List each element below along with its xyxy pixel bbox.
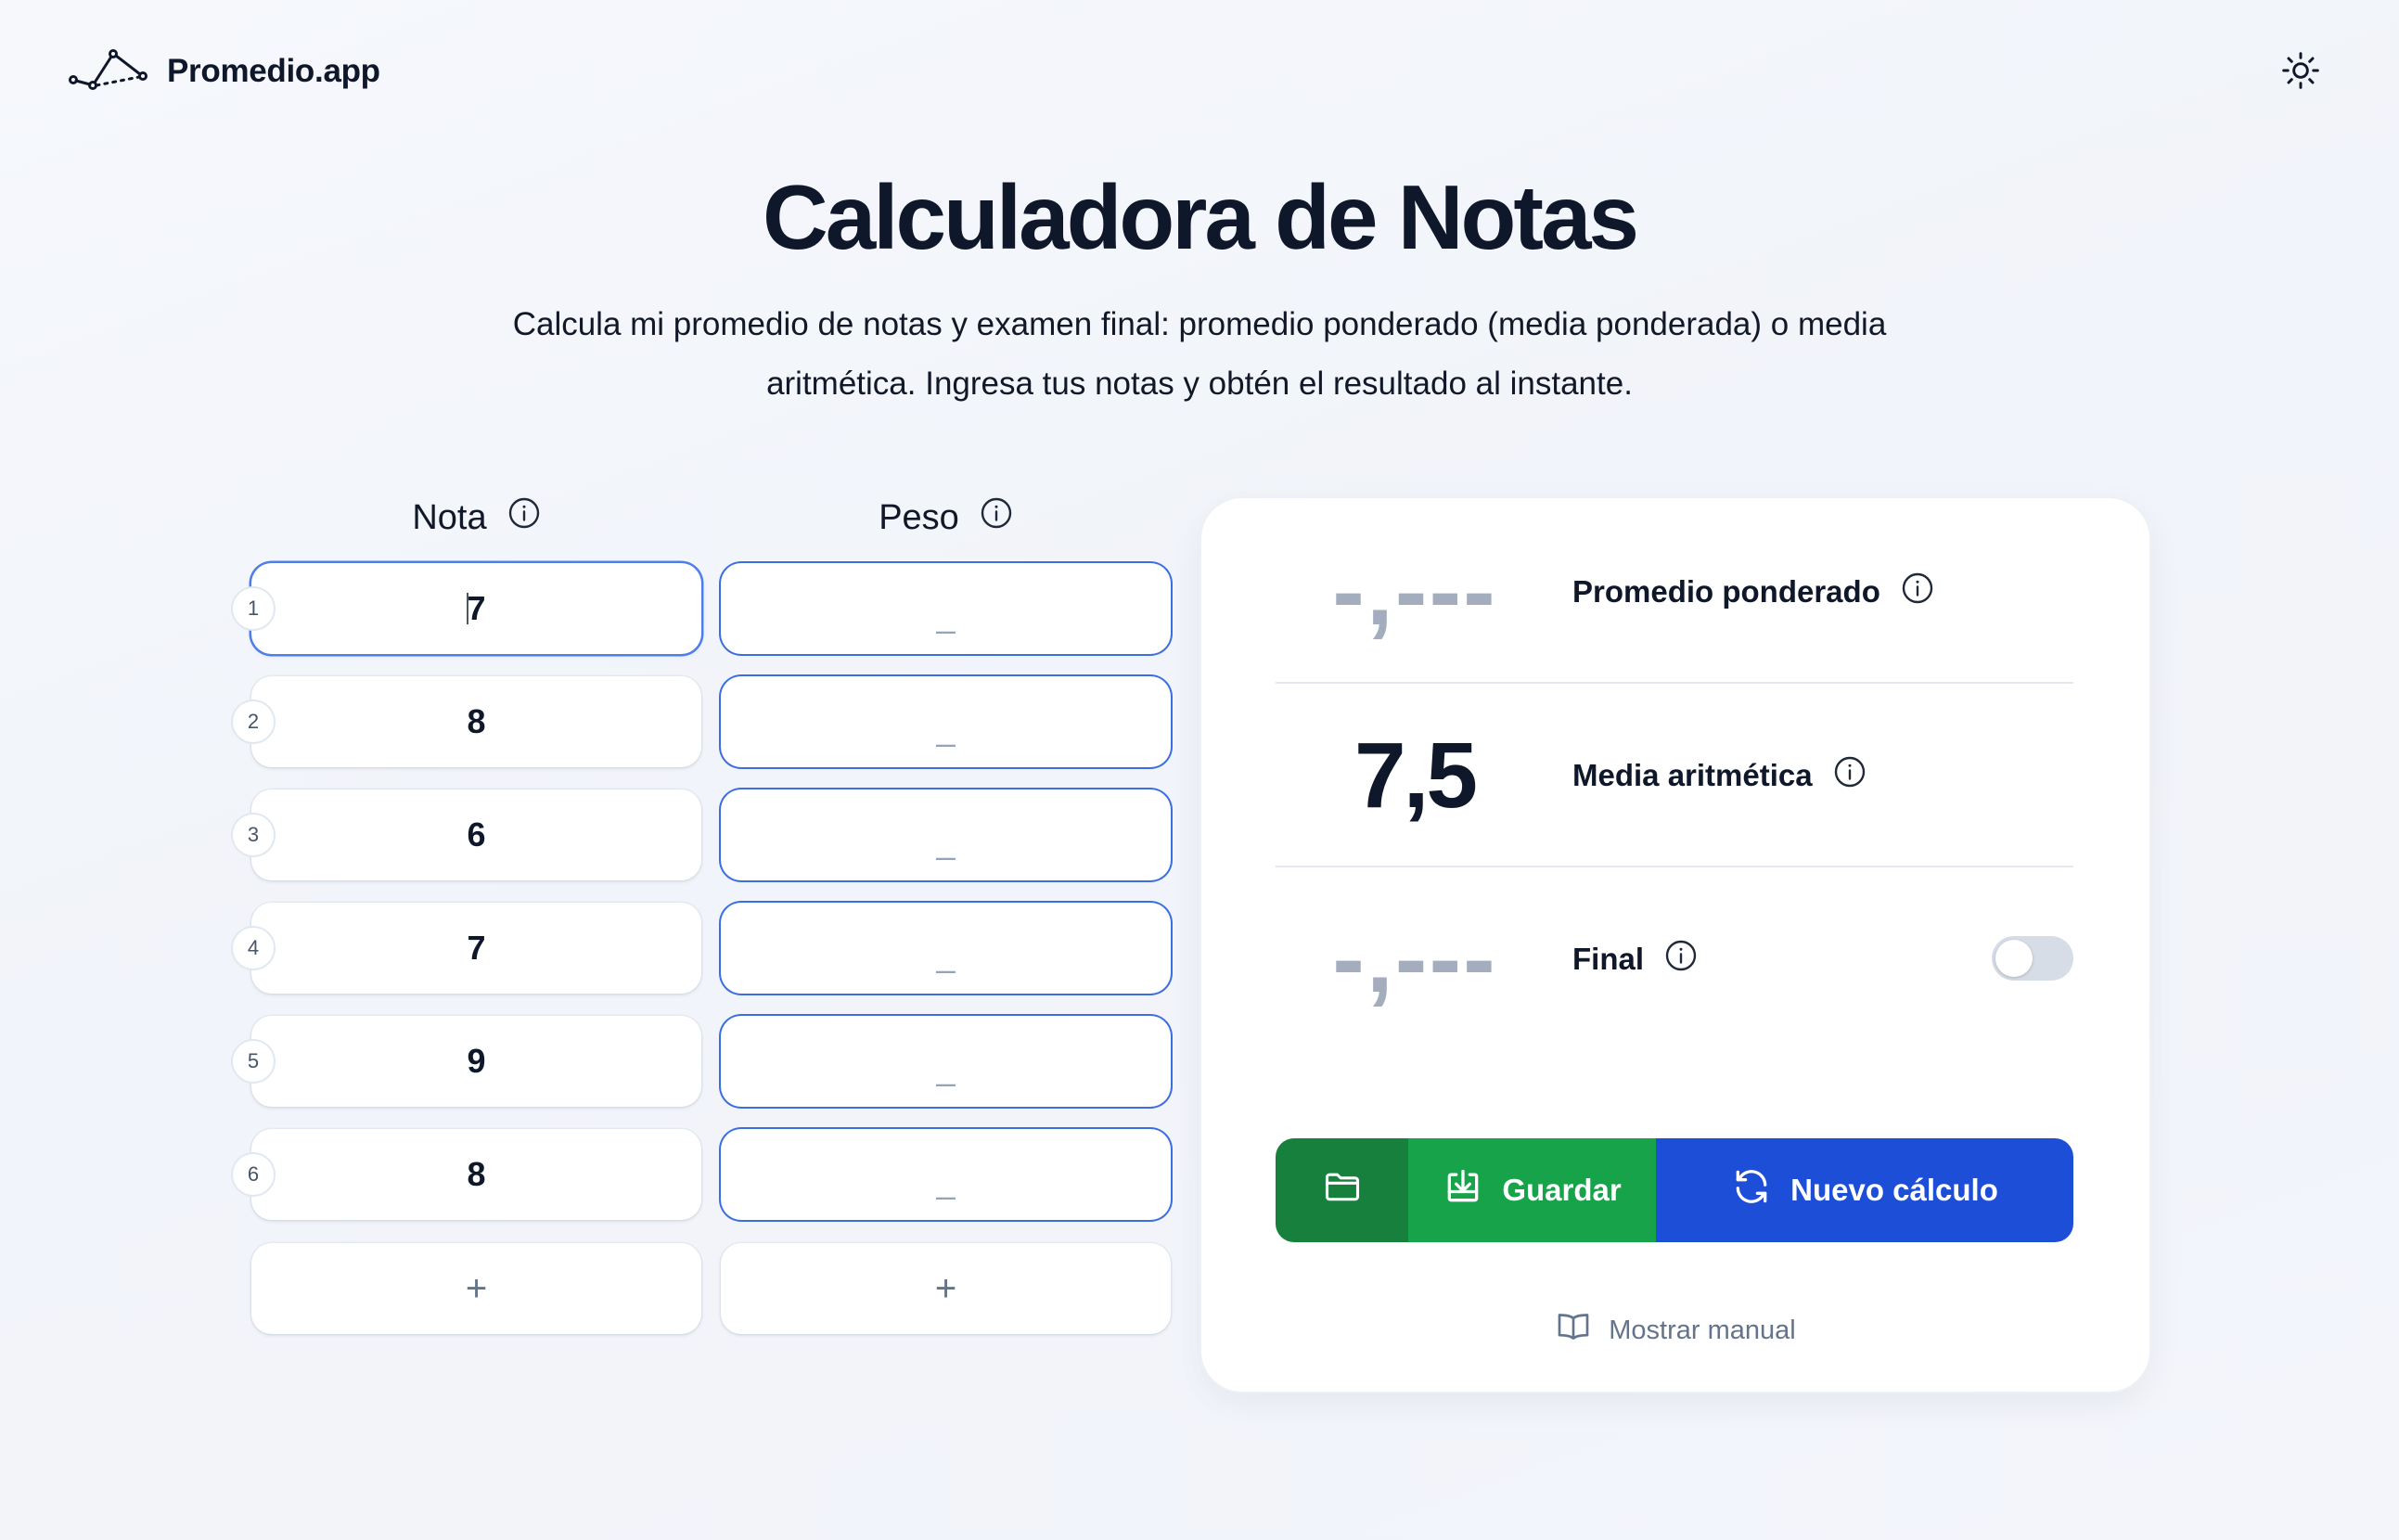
peso-input[interactable]: _ [721, 789, 1171, 880]
sun-icon [2280, 50, 2321, 96]
add-nota-label: + [465, 1267, 488, 1309]
peso-input[interactable]: _ [721, 903, 1171, 994]
peso-placeholder: _ [936, 1162, 956, 1200]
toggle-knob [1995, 940, 2033, 977]
peso-placeholder: _ [936, 597, 956, 635]
open-saved-button[interactable] [1276, 1138, 1408, 1242]
peso-placeholder: _ [936, 1049, 956, 1087]
weighted-average-label-group: Promedio ponderado [1572, 500, 1934, 684]
row-number-badge: 4 [233, 928, 274, 969]
row-number-badge: 1 [233, 588, 274, 629]
theme-toggle-button[interactable] [2275, 46, 2327, 98]
show-manual-link[interactable]: Mostrar manual [1201, 1303, 2149, 1358]
save-button[interactable]: Guardar [1408, 1138, 1656, 1242]
arithmetic-mean-value: 7,5 [1353, 723, 1478, 828]
weighted-average-label: Promedio ponderado [1572, 574, 1880, 609]
nota-input[interactable]: 7 [251, 903, 701, 994]
peso-input[interactable]: _ [721, 676, 1171, 767]
row-number-badge: 2 [233, 701, 274, 742]
info-icon[interactable] [507, 496, 541, 539]
final-label-group: Final [1572, 867, 1698, 1051]
row-number-badge: 5 [233, 1041, 274, 1082]
row-number-badge: 3 [233, 815, 274, 855]
book-open-icon [1555, 1308, 1592, 1353]
save-label: Guardar [1502, 1173, 1622, 1207]
top-bar: Promedio.app [0, 0, 2399, 139]
weighted-average-row: -,--- Promedio ponderado [1276, 500, 2073, 684]
final-label: Final [1572, 942, 1645, 976]
download-tray-icon [1443, 1166, 1483, 1214]
peso-placeholder: _ [936, 823, 956, 861]
new-calculation-label: Nuevo cálculo [1790, 1173, 1998, 1207]
nota-input[interactable]: 9 [251, 1016, 701, 1107]
info-icon[interactable] [1901, 571, 1934, 612]
nota-input[interactable]: 7 [251, 563, 701, 654]
nota-value: 6 [467, 815, 486, 853]
nota-input[interactable]: 8 [251, 676, 701, 767]
info-icon[interactable] [1833, 755, 1867, 796]
peso-placeholder: _ [936, 936, 956, 974]
refresh-icon [1731, 1166, 1772, 1214]
nota-value: 7 [467, 589, 486, 627]
line-chart-logo-icon [69, 45, 148, 97]
add-peso-label: + [934, 1267, 957, 1309]
nota-header-label: Nota [412, 497, 487, 537]
info-icon[interactable] [1664, 939, 1698, 980]
nota-input[interactable]: 6 [251, 789, 701, 880]
results-card: -,--- Promedio ponderado 7,5 Media aritm… [1201, 498, 2149, 1392]
peso-header-label: Peso [879, 497, 959, 537]
weighted-average-value: -,--- [1332, 537, 1497, 646]
action-bar: Guardar Nuevo cálculo [1276, 1138, 2073, 1242]
nota-input[interactable]: 8 [251, 1129, 701, 1220]
show-manual-label: Mostrar manual [1609, 1315, 1796, 1345]
row-number-badge: 6 [233, 1154, 274, 1195]
nota-value: 8 [467, 1155, 486, 1193]
nota-value: 9 [467, 1042, 486, 1080]
final-row: -,--- Final [1276, 867, 2073, 1051]
nota-column-header: Nota [251, 492, 701, 544]
page-subtitle: Calcula mi promedio de notas y examen fi… [512, 306, 1887, 402]
nota-value: 8 [467, 702, 486, 740]
nota-value: 7 [467, 929, 486, 967]
arithmetic-mean-label-group: Media aritmética [1572, 684, 1867, 867]
peso-input[interactable]: _ [721, 563, 1171, 654]
peso-input[interactable]: _ [721, 1016, 1171, 1107]
add-peso-button[interactable]: + [721, 1243, 1171, 1334]
peso-input[interactable]: _ [721, 1129, 1171, 1220]
peso-placeholder: _ [936, 710, 956, 748]
arithmetic-mean-label: Media aritmética [1572, 758, 1813, 792]
folder-icon [1322, 1166, 1363, 1214]
info-icon[interactable] [980, 496, 1013, 539]
add-nota-button[interactable]: + [251, 1243, 701, 1334]
final-value: -,--- [1332, 905, 1497, 1013]
page-title: Calculadora de Notas [762, 166, 1639, 268]
brand-logo[interactable]: Promedio.app [69, 45, 380, 97]
new-calculation-button[interactable]: Nuevo cálculo [1656, 1138, 2073, 1242]
peso-column-header: Peso [721, 492, 1171, 544]
final-toggle[interactable] [1992, 936, 2073, 981]
app-name: Promedio.app [167, 52, 380, 89]
arithmetic-mean-row: 7,5 Media aritmética [1276, 684, 2073, 867]
